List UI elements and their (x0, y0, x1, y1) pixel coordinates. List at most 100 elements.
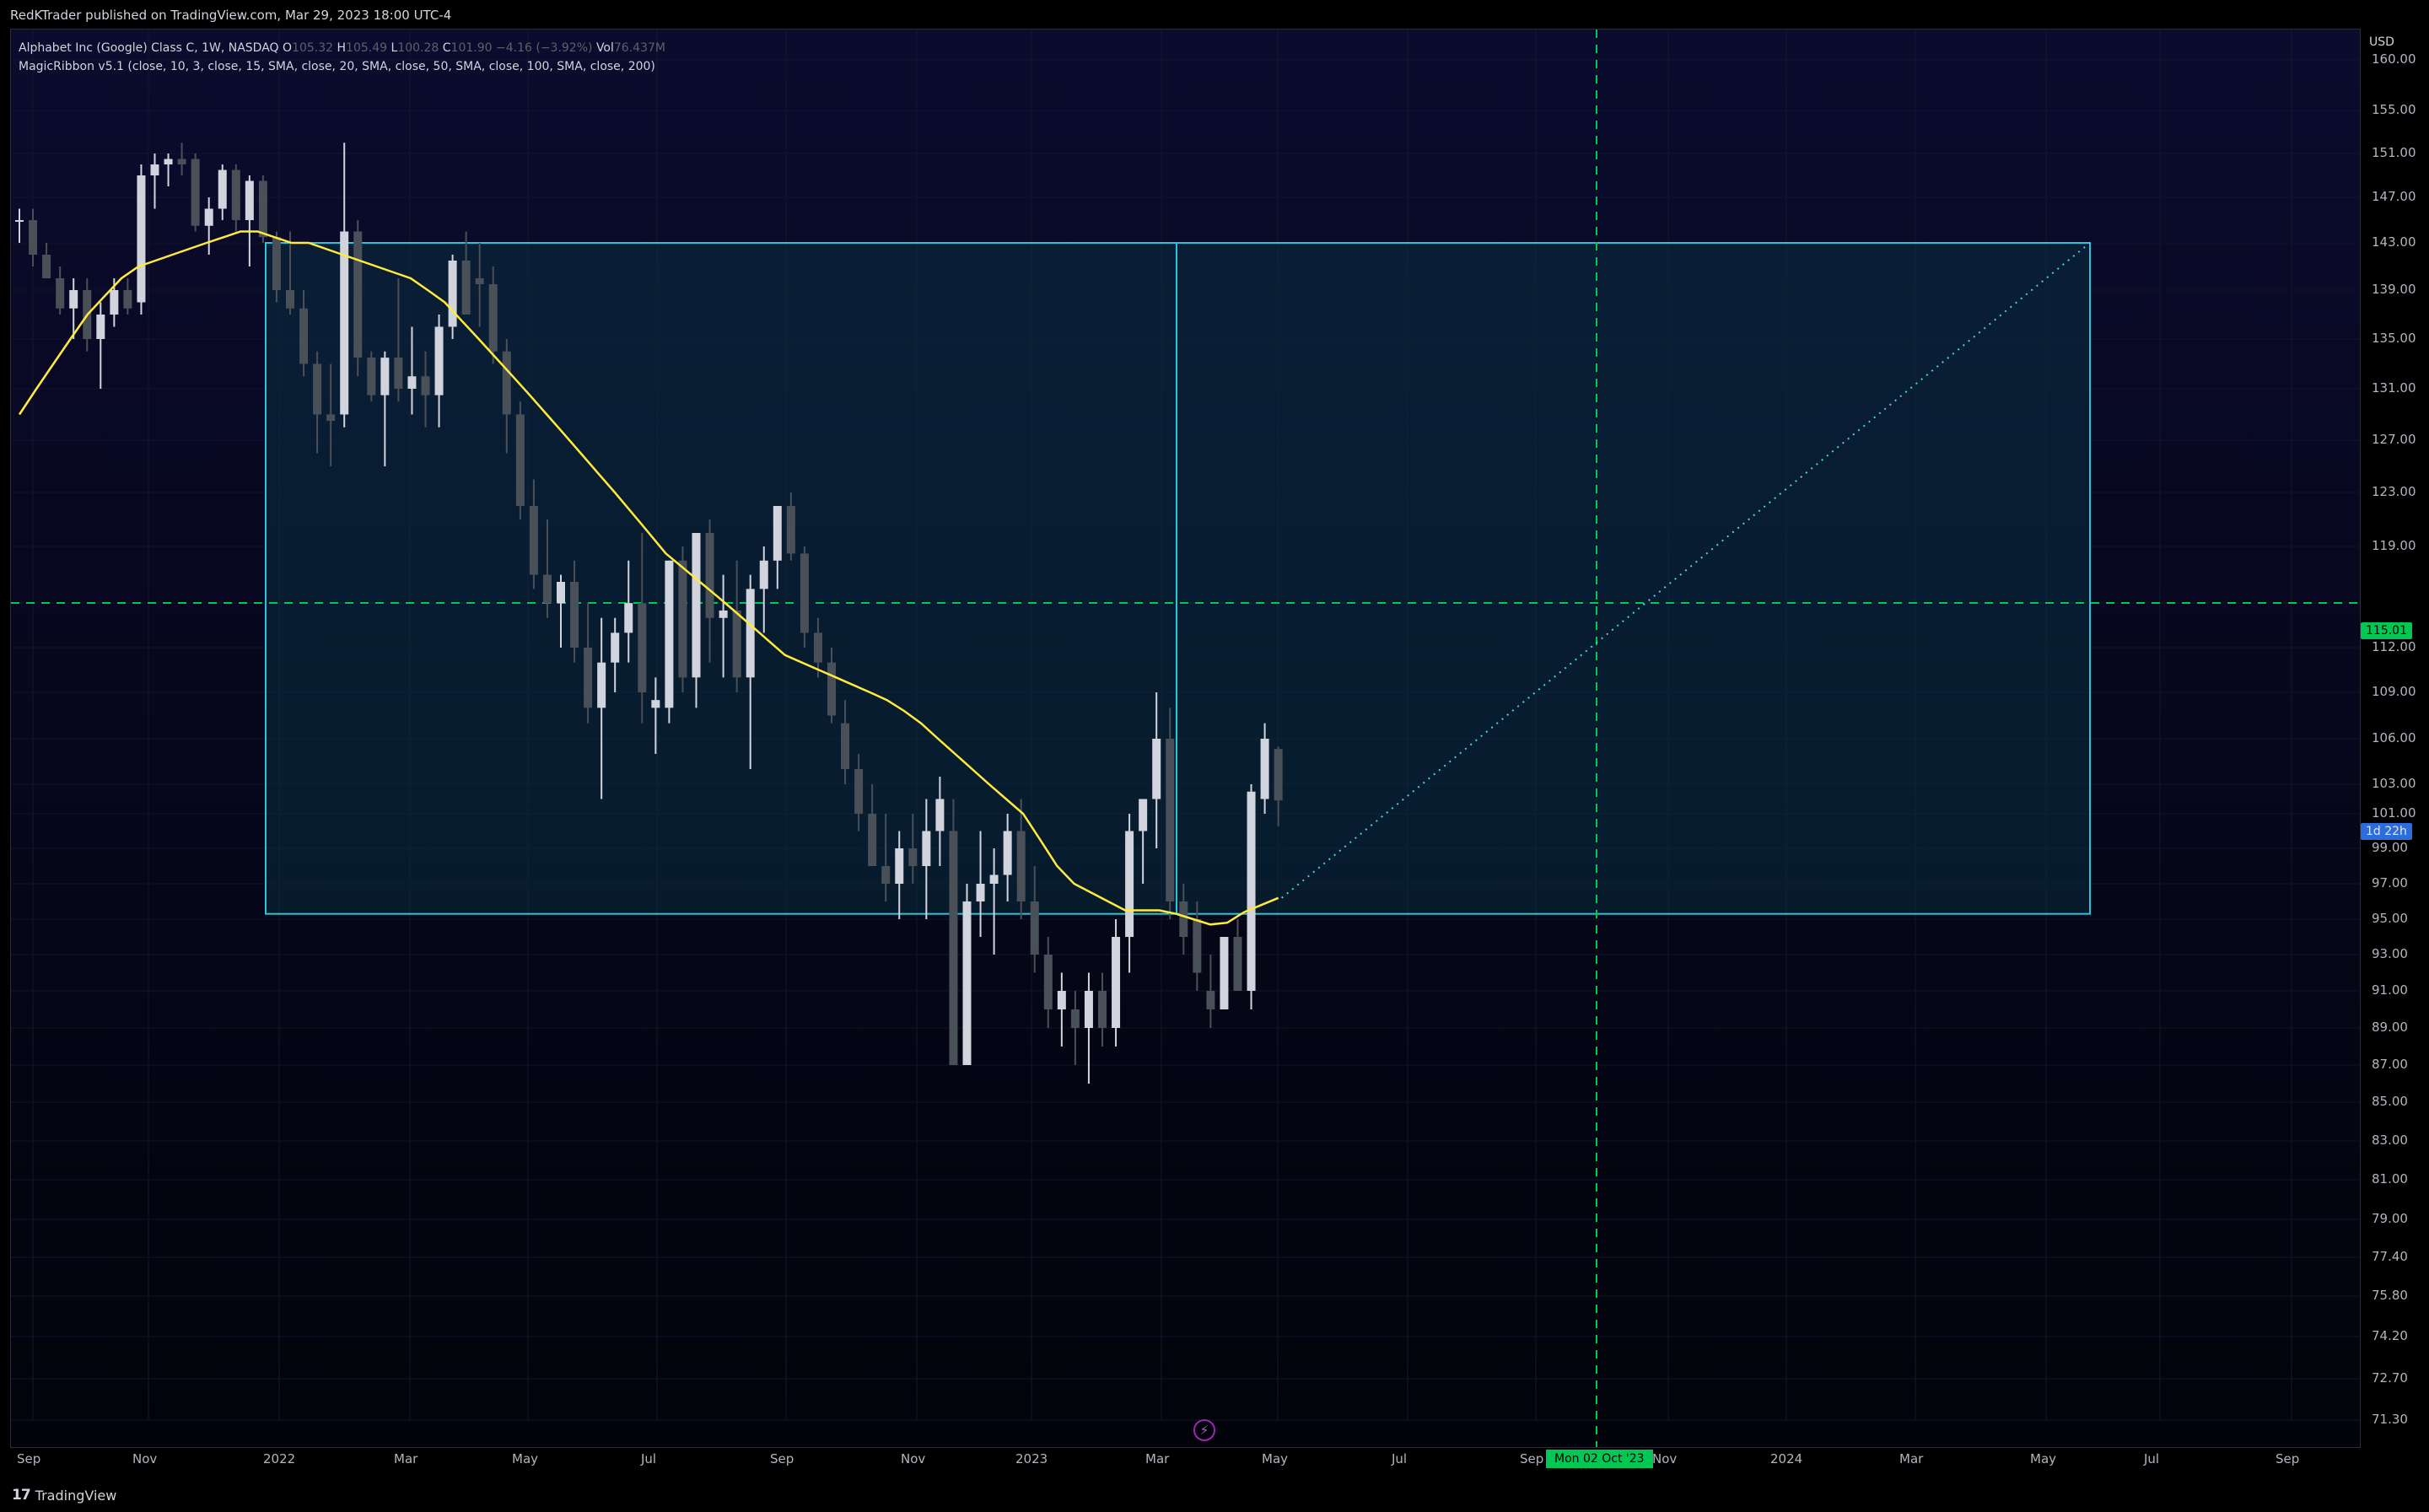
candle-body (868, 814, 877, 866)
high-label: H (337, 41, 347, 55)
candle-body (502, 351, 511, 415)
candle-body (286, 290, 294, 309)
close-value: 101.90 (450, 41, 493, 55)
price-tick-label: 127.00 (2372, 432, 2416, 447)
candle-body (367, 358, 376, 395)
candle-body (529, 506, 538, 575)
price-tick-label: 75.80 (2372, 1288, 2408, 1303)
candle-body (475, 278, 484, 284)
symbol-name[interactable]: Alphabet Inc (Google) Class C, 1W, NASDA… (19, 41, 279, 55)
candle-body (908, 848, 918, 866)
price-tick-label: 135.00 (2372, 331, 2416, 346)
high-value: 105.49 (346, 41, 388, 55)
open-value: 105.32 (292, 41, 334, 55)
open-label: O (283, 41, 293, 55)
time-tick-label: 2024 (1770, 1451, 1803, 1466)
footer-bar (0, 1472, 2429, 1512)
candle-body (96, 315, 105, 339)
time-tick-label: May (2030, 1451, 2057, 1466)
price-tick-label: 109.00 (2372, 684, 2416, 699)
candle-body (326, 414, 336, 422)
indicator-legend-row[interactable]: MagicRibbon v5.1 (close, 10, 3, close, 1… (19, 57, 665, 76)
candle-body (611, 632, 620, 663)
candle-body (976, 884, 985, 901)
candle-body (394, 358, 403, 389)
candle-body (15, 220, 24, 222)
candle-body (557, 581, 565, 604)
change-value: −4.16 (−3.92%) (496, 41, 593, 55)
candle-body (1098, 991, 1107, 1028)
candle-body (922, 831, 931, 866)
candle-body (1247, 791, 1256, 991)
candle-body (218, 169, 227, 209)
price-tick-label: 93.00 (2372, 946, 2408, 961)
volume-label: Vol (595, 41, 614, 55)
price-tick-label: 143.00 (2372, 234, 2416, 250)
price-tick-label: 83.00 (2372, 1133, 2408, 1148)
crosshair-date-label: Mon 02 Oct '23 (1546, 1450, 1653, 1468)
candle-body (272, 237, 281, 290)
price-tick-label: 160.00 (2372, 51, 2416, 67)
candle-body (1260, 739, 1269, 799)
candle-body (1003, 831, 1012, 875)
time-tick-label: 2022 (263, 1451, 296, 1466)
candle-body (746, 589, 755, 678)
candle-body (692, 533, 701, 678)
candle-body (597, 662, 606, 708)
candle-body (651, 700, 660, 708)
candle-body (69, 290, 78, 309)
candle-body (150, 164, 159, 175)
candle-body (299, 308, 309, 364)
candle-body (705, 533, 714, 618)
candle-body (989, 874, 999, 884)
candle-body (827, 662, 836, 716)
chart-canvas[interactable] (11, 30, 2361, 1448)
candle-body (1206, 991, 1215, 1009)
price-tick-label: 101.00 (2372, 805, 2416, 821)
candle-body (813, 632, 822, 663)
price-tick-label: 119.00 (2372, 538, 2416, 553)
candle-body (773, 506, 782, 561)
candle-body (380, 358, 390, 395)
volume-value: 76.437M (613, 41, 665, 55)
price-tick-label: 103.00 (2372, 776, 2416, 791)
chart-pane[interactable] (10, 29, 2361, 1448)
time-tick-label: Mar (1145, 1451, 1170, 1466)
candle-body (1043, 955, 1053, 1009)
published-header: RedKTrader published on TradingView.com,… (0, 0, 2429, 29)
candle-body (313, 363, 322, 415)
candle-body (1016, 831, 1026, 901)
candle-body (488, 284, 498, 352)
price-tick-label: 151.00 (2372, 145, 2416, 160)
candle-body (177, 159, 186, 164)
time-tick-label: Sep (770, 1451, 794, 1466)
candle-body (110, 290, 119, 315)
price-tick-label: 112.00 (2372, 639, 2416, 654)
time-tick-label: Mar (394, 1451, 418, 1466)
lightning-icon[interactable]: ⚡ (1193, 1419, 1215, 1441)
tradingview-logo: 17 TradingView (12, 1487, 116, 1504)
candle-body (29, 220, 38, 255)
candle-body (1139, 799, 1148, 831)
candle-body (1220, 937, 1229, 1009)
price-tick-label: 131.00 (2372, 380, 2416, 395)
currency-label[interactable]: USD (2369, 35, 2394, 49)
price-tick-label: 123.00 (2372, 484, 2416, 499)
close-label: C (442, 41, 451, 55)
candle-body (1030, 901, 1039, 955)
candle-body (123, 290, 132, 309)
candle-body (407, 376, 417, 389)
candle-body (1274, 749, 1283, 801)
candle-body (584, 648, 593, 708)
price-tick-label: 139.00 (2372, 282, 2416, 297)
candle-body (759, 560, 768, 589)
candle-body (1057, 991, 1066, 1009)
candle-body (895, 848, 904, 884)
indicator-name[interactable]: MagicRibbon v5.1 (close, 10, 3, close, 1… (19, 60, 655, 73)
candle-body (1084, 991, 1093, 1028)
time-tick-label: Jul (2144, 1451, 2160, 1466)
time-tick-label: Nov (132, 1451, 158, 1466)
candle-body (461, 261, 471, 315)
candle-body (624, 603, 633, 633)
candle-body (570, 581, 579, 648)
